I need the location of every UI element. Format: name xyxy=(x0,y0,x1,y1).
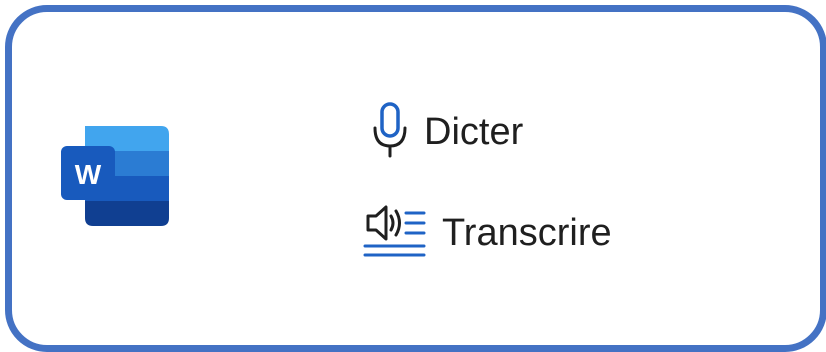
menu-item-label: Transcrire xyxy=(442,212,612,254)
word-app-logo: W xyxy=(61,126,171,226)
transcribe-icon xyxy=(362,198,428,269)
menu-item-label: Dicter xyxy=(424,111,524,153)
word-logo-letter: W xyxy=(75,159,102,190)
menu-item-dicter[interactable]: Dicter xyxy=(372,101,524,163)
microsoft-word-icon: W xyxy=(61,126,169,226)
menu-item-transcrire[interactable]: Transcrire xyxy=(362,200,612,266)
microphone-icon xyxy=(372,101,408,163)
